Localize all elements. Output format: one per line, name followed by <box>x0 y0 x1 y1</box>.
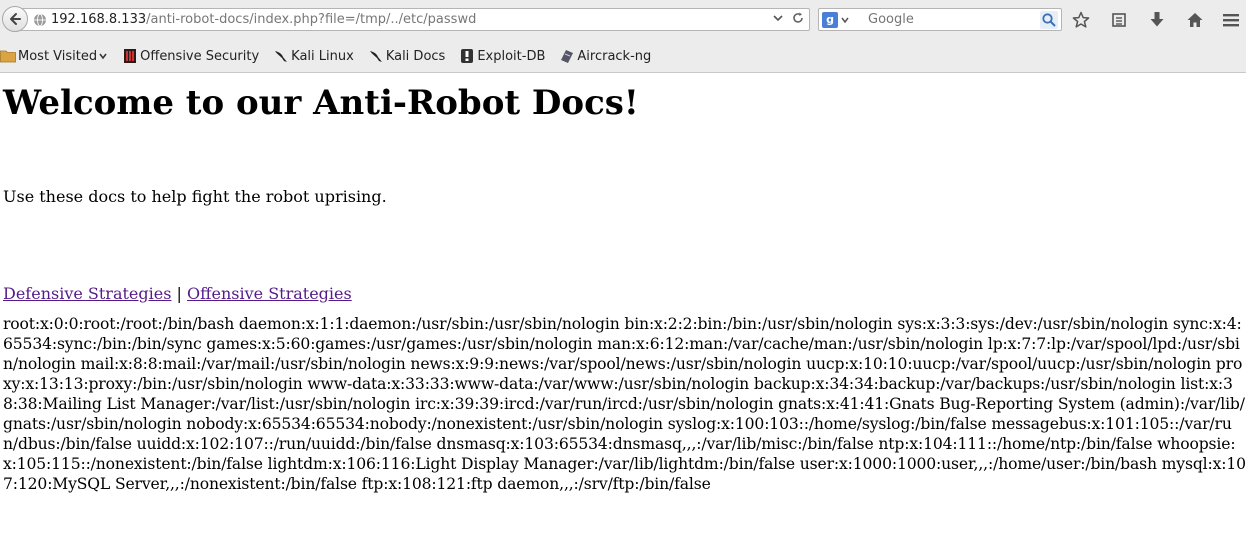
back-button[interactable] <box>2 6 28 32</box>
navigation-bar: 192.168.8.133/anti-robot-docs/index.php?… <box>0 0 1246 40</box>
download-arrow-icon <box>1150 12 1164 27</box>
folder-icon <box>0 48 16 64</box>
search-input[interactable] <box>866 11 1046 28</box>
url-bar[interactable]: 192.168.8.133/anti-robot-docs/index.php?… <box>18 8 810 31</box>
globe-icon <box>34 13 46 26</box>
downloads-button[interactable] <box>1146 9 1168 31</box>
offsec-icon <box>122 48 138 64</box>
bookmarks-toolbar: Most Visited Offensive Security Kali Lin… <box>0 40 1246 73</box>
back-arrow-icon <box>10 13 21 25</box>
bookmark-exploit-db[interactable]: Exploit-DB <box>459 48 545 64</box>
toolbar-icons <box>1070 9 1222 31</box>
bookmarks-list-icon <box>1112 13 1126 27</box>
bookmark-label: Kali Linux <box>291 48 354 64</box>
bookmark-kali-docs[interactable]: Kali Docs <box>368 48 446 64</box>
bookmark-most-visited[interactable]: Most Visited <box>0 48 108 64</box>
offensive-strategies-link[interactable]: Offensive Strategies <box>187 284 352 303</box>
bookmark-label: Most Visited <box>18 48 98 64</box>
url-bar-controls <box>771 11 805 25</box>
search-icon[interactable] <box>1040 11 1058 29</box>
chevron-down-icon[interactable] <box>840 15 850 25</box>
aircrack-icon <box>559 48 575 64</box>
home-button[interactable] <box>1184 9 1206 31</box>
page-title: Welcome to our Anti-Robot Docs! <box>3 83 639 123</box>
star-icon <box>1072 11 1090 28</box>
included-file-contents: root:x:0:0:root:/root:/bin/bash daemon:x… <box>3 315 1246 493</box>
strategy-links: Defensive Strategies | Offensive Strateg… <box>3 284 1246 304</box>
google-engine-icon[interactable]: g <box>822 11 838 28</box>
home-icon <box>1187 13 1203 27</box>
menu-button[interactable] <box>1220 9 1242 31</box>
defensive-strategies-link[interactable]: Defensive Strategies <box>3 284 171 303</box>
url-path: /anti-robot-docs/index.php?file=/tmp/../… <box>146 12 477 27</box>
bookmark-kali-linux[interactable]: Kali Linux <box>273 48 354 64</box>
page-content: Welcome to our Anti-Robot Docs! Use thes… <box>0 83 1246 494</box>
kali-dragon-icon <box>273 48 289 64</box>
exploit-db-icon <box>459 48 475 64</box>
bookmark-star-button[interactable] <box>1070 9 1092 31</box>
intro-text: Use these docs to help fight the robot u… <box>3 187 387 206</box>
bookmark-label: Kali Docs <box>385 48 446 64</box>
kali-dragon-icon <box>368 48 384 64</box>
reload-icon[interactable] <box>791 11 805 25</box>
link-separator: | <box>176 284 182 303</box>
url-text[interactable]: 192.168.8.133/anti-robot-docs/index.php?… <box>51 12 476 27</box>
bookmark-label: Exploit-DB <box>477 48 546 64</box>
bookmarks-menu-button[interactable] <box>1108 9 1130 31</box>
bookmark-label: Offensive Security <box>140 48 260 64</box>
chevron-down-icon <box>99 53 107 60</box>
url-host: 192.168.8.133 <box>51 12 147 27</box>
hamburger-menu-icon <box>1223 14 1239 27</box>
bookmark-label: Aircrack-ng <box>577 48 652 64</box>
bookmark-offensive-security[interactable]: Offensive Security <box>122 48 259 64</box>
bookmark-aircrack-ng[interactable]: Aircrack-ng <box>559 48 651 64</box>
search-bar[interactable]: g <box>818 8 1062 31</box>
chevron-down-icon[interactable] <box>771 11 785 25</box>
browser-chrome: 192.168.8.133/anti-robot-docs/index.php?… <box>0 0 1246 73</box>
